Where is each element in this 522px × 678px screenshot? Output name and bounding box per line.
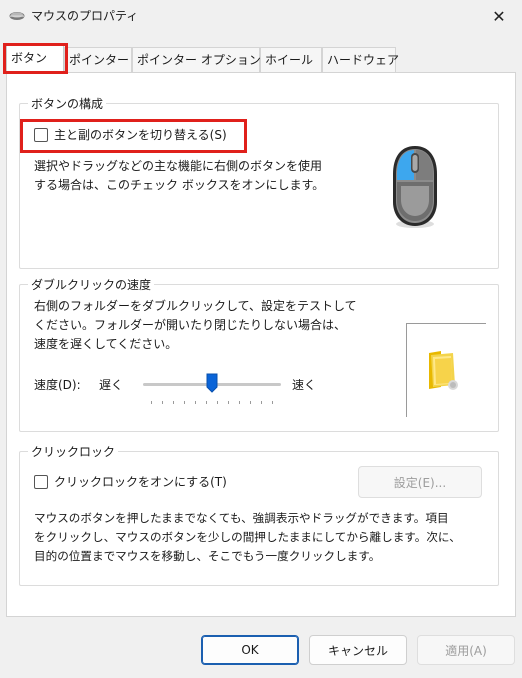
slider-tick xyxy=(162,401,163,404)
slider-thumb[interactable] xyxy=(206,373,218,393)
close-button[interactable]: ✕ xyxy=(476,0,522,32)
window-title: マウスのプロパティ xyxy=(31,9,139,23)
button-config-description: 選択やドラッグなどの主な機能に右側のボタンを使用 する場合は、このチェック ボッ… xyxy=(34,157,324,195)
description-line: ください。フォルダーが開いたり閉じたりしない場合は、 xyxy=(34,318,347,332)
tab-pointers[interactable]: ポインター xyxy=(64,47,132,73)
ok-button[interactable]: OK xyxy=(201,635,299,665)
description-line: 目的の位置までマウスを移動し、そこでもう一度クリックします。 xyxy=(34,549,381,563)
swap-buttons-checkbox[interactable] xyxy=(34,127,48,142)
slider-tick xyxy=(261,401,262,404)
description-line: する場合は、このチェック ボックスをオンにします。 xyxy=(34,178,325,192)
fast-label: 速く xyxy=(292,378,317,392)
speed-slider[interactable] xyxy=(143,373,281,413)
tab-pointer-options[interactable]: ポインター オプション xyxy=(132,47,261,73)
click-lock-settings-button[interactable]: 設定(E)... xyxy=(358,466,482,498)
folder-icon[interactable] xyxy=(425,349,463,391)
cancel-button[interactable]: キャンセル xyxy=(309,635,407,665)
close-icon: ✕ xyxy=(492,6,506,26)
click-lock-checkbox-row[interactable]: クリックロックをオンにする(T) xyxy=(34,473,227,490)
double-click-title: ダブルクリックの速度 xyxy=(28,276,155,293)
click-lock-title: クリックロック xyxy=(28,443,119,460)
slider-tick xyxy=(217,401,218,404)
swap-buttons-checkbox-row[interactable]: 主と副のボタンを切り替える(S) xyxy=(34,126,227,143)
slider-tick xyxy=(173,401,174,404)
description-line: 速度を遅くしてください。 xyxy=(34,337,178,351)
click-lock-checkbox[interactable] xyxy=(34,474,48,489)
slider-tick xyxy=(250,401,251,404)
mouse-app-icon xyxy=(9,12,25,20)
slider-tick xyxy=(228,401,229,404)
slider-tick xyxy=(151,401,152,404)
slider-tick xyxy=(195,401,196,404)
click-lock-label: クリックロックをオンにする(T) xyxy=(54,475,227,489)
description-line: マウスのボタンを押したままでなくても、強調表示やドラッグができます。項目 xyxy=(34,511,449,525)
slider-tick xyxy=(184,401,185,404)
tab-panel: ボタンの構成 主と副のボタンを切り替える(S) 選択やドラッグなどの主な機能に右… xyxy=(6,72,516,617)
mouse-illustration-icon xyxy=(393,146,437,228)
button-config-title: ボタンの構成 xyxy=(28,95,107,112)
slider-tick xyxy=(206,401,207,404)
title-bar: マウスのプロパティ ✕ xyxy=(0,0,522,32)
swap-buttons-label: 主と副のボタンを切り替える(S) xyxy=(54,128,227,142)
double-click-description: 右側のフォルダーをダブルクリックして、設定をテストして ください。フォルダーが開… xyxy=(34,297,357,354)
speed-label: 速度(D): xyxy=(34,378,81,392)
slider-tick xyxy=(239,401,240,404)
tab-wheel[interactable]: ホイール xyxy=(260,47,322,73)
slow-label: 遅く xyxy=(99,378,124,392)
button-config-group: ボタンの構成 主と副のボタンを切り替える(S) 選択やドラッグなどの主な機能に右… xyxy=(19,95,499,269)
description-line: 右側のフォルダーをダブルクリックして、設定をテストして xyxy=(34,299,357,313)
tab-hardware[interactable]: ハードウェア xyxy=(322,47,399,73)
click-lock-description: マウスのボタンを押したままでなくても、強調表示やドラッグができます。項目 をクリ… xyxy=(34,509,461,566)
slider-tick xyxy=(272,401,273,404)
description-line: をクリックし、マウスのボタンを少しの間押したままにしてから離します。次に、 xyxy=(34,530,461,544)
description-line: 選択やドラッグなどの主な機能に右側のボタンを使用 xyxy=(34,159,323,173)
tab-buttons[interactable]: ボタン xyxy=(6,45,64,73)
apply-button[interactable]: 適用(A) xyxy=(417,635,515,665)
double-click-test-area[interactable] xyxy=(406,323,486,417)
double-click-group: ダブルクリックの速度 右側のフォルダーをダブルクリックして、設定をテストして く… xyxy=(19,276,499,432)
click-lock-group: クリックロック クリックロックをオンにする(T) 設定(E)... マウスのボタ… xyxy=(19,443,499,586)
